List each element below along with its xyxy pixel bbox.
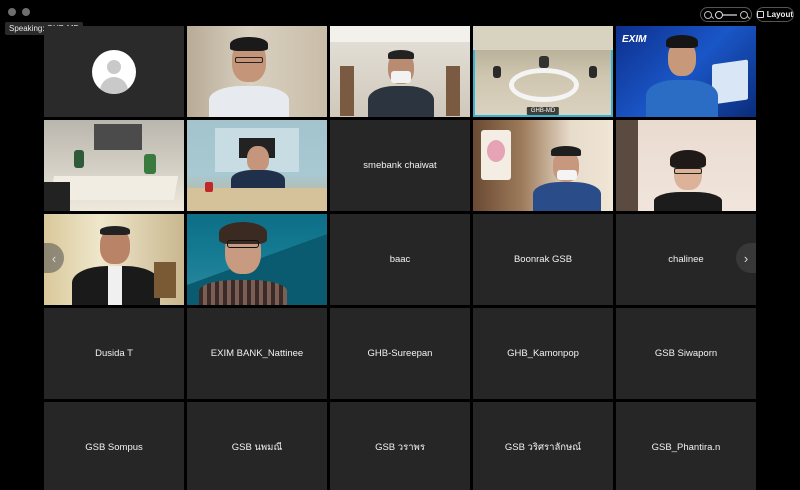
participant-name: Dusida T xyxy=(95,348,133,359)
participant-tile[interactable]: baac xyxy=(330,214,470,305)
zoom-slider[interactable] xyxy=(700,7,752,22)
participant-tile[interactable] xyxy=(330,26,470,117)
window-controls xyxy=(8,8,30,16)
participant-name: GSB Siwaporn xyxy=(654,348,718,359)
participant-tile[interactable] xyxy=(44,26,184,117)
participant-tile[interactable]: GSB นพมณี xyxy=(187,402,327,490)
zoom-track[interactable] xyxy=(715,10,737,19)
layout-label: Layout xyxy=(766,10,793,19)
participant-video xyxy=(94,124,142,150)
layout-button[interactable]: Layout xyxy=(756,7,794,22)
participant-tile[interactable]: smebank chaiwat xyxy=(330,120,470,211)
zoom-in-icon[interactable] xyxy=(740,10,748,19)
participant-video xyxy=(509,68,579,102)
participant-name: GSB_Phantira.n xyxy=(651,442,721,453)
participant-name: chalinee xyxy=(668,254,704,265)
participant-name: GHB_Kamonpop xyxy=(507,348,579,359)
participant-name: GSB วริศราลักษณ์ xyxy=(504,442,582,453)
grid-icon xyxy=(757,11,764,18)
exim-logo: EXIM xyxy=(622,34,647,45)
participant-tile[interactable]: GSB วริศราลักษณ์ xyxy=(473,402,613,490)
participant-name: smebank chaiwat xyxy=(363,160,437,171)
participant-grid: GHB-MD EXIM smebank chaiwat baac Boonrak… xyxy=(44,26,756,490)
participant-name: Boonrak GSB xyxy=(513,254,573,265)
participant-tile[interactable] xyxy=(187,120,327,211)
participant-tile-active[interactable]: GHB-MD xyxy=(473,26,613,117)
participant-tile[interactable]: GSB Siwaporn xyxy=(616,308,756,399)
participant-tile[interactable]: GSB_Phantira.n xyxy=(616,402,756,490)
chevron-left-icon: ‹ xyxy=(51,250,57,266)
participant-tile[interactable] xyxy=(44,214,184,305)
avatar-placeholder-icon xyxy=(92,49,136,94)
chevron-right-icon: › xyxy=(743,250,749,266)
zoom-out-icon[interactable] xyxy=(704,10,712,19)
participant-tile[interactable]: Boonrak GSB xyxy=(473,214,613,305)
participant-video xyxy=(247,146,269,172)
participant-tile[interactable]: GSB Sompus xyxy=(44,402,184,490)
participant-name: GSB วราพร xyxy=(375,442,425,453)
participant-tile[interactable]: chalinee xyxy=(616,214,756,305)
participant-tile[interactable] xyxy=(44,120,184,211)
participant-tile[interactable]: EXIM BANK_Nattinee xyxy=(187,308,327,399)
zoom-knob[interactable] xyxy=(715,10,723,19)
participant-tile[interactable] xyxy=(187,26,327,117)
participant-tile[interactable]: GSB วราพร xyxy=(330,402,470,490)
participant-tile[interactable]: GHB-Sureepan xyxy=(330,308,470,399)
participant-name: GHB-Sureepan xyxy=(367,348,433,359)
participant-name: baac xyxy=(389,254,411,265)
window-dot-icon[interactable] xyxy=(8,8,16,16)
participant-tile[interactable]: EXIM xyxy=(616,26,756,117)
participant-tile[interactable] xyxy=(473,120,613,211)
participant-tile[interactable] xyxy=(616,120,756,211)
participant-tile[interactable]: Dusida T xyxy=(44,308,184,399)
window-dot-icon[interactable] xyxy=(22,8,30,16)
participant-name: EXIM BANK_Nattinee xyxy=(210,348,304,359)
participant-tile[interactable] xyxy=(187,214,327,305)
participant-name: GSB นพมณี xyxy=(231,442,283,453)
participant-name: GSB Sompus xyxy=(85,442,143,453)
participant-tile[interactable]: GHB_Kamonpop xyxy=(473,308,613,399)
participant-name-tag: GHB-MD xyxy=(526,107,560,115)
